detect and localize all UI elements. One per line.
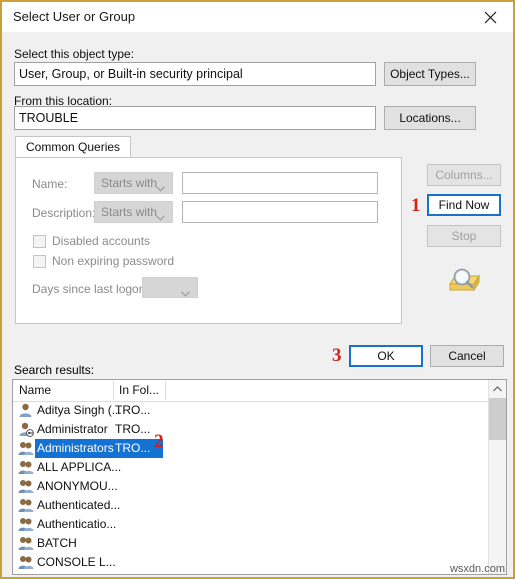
table-row[interactable]: Aditya Singh (... TRO... [13,401,506,420]
group-icon [18,498,34,513]
ok-button[interactable]: OK [349,345,423,367]
column-divider[interactable] [113,381,114,400]
name-input[interactable] [182,172,378,194]
group-icon [18,536,34,551]
selected-result-row[interactable]: Administrators TRO... [13,439,506,458]
result-name: BATCH [37,536,77,550]
days-since-last-logon-label: Days since last logon: [32,282,149,296]
list-column-header: Name In Fol... [13,380,506,402]
column-header-in-folder[interactable]: In Fol... [119,383,159,397]
table-row[interactable]: ALL APPLICA... [13,458,506,477]
columns-button[interactable]: Columns... [427,164,501,186]
group-icon [18,555,34,570]
disabled-accounts-checkbox[interactable]: Disabled accounts [33,234,150,248]
result-folder: TRO... [115,441,151,455]
checkbox-box [33,234,46,248]
description-condition-dropdown[interactable]: Starts with [94,201,173,223]
column-header-name[interactable]: Name [19,383,51,397]
checkbox-box [33,254,46,268]
group-icon [18,441,34,456]
scrollbar-thumb[interactable] [489,398,506,440]
column-divider[interactable] [165,381,166,400]
tab-common-queries[interactable]: Common Queries [15,136,132,158]
tab-strip: Common Queries [15,136,402,158]
location-field[interactable]: TROUBLE [14,106,376,130]
group-icon [18,517,34,532]
disabled-accounts-label: Disabled accounts [52,234,151,248]
search-results-list[interactable]: Name In Fol... Aditya Singh (... TRO... Ad… [12,379,507,575]
result-name: CONSOLE L... [37,555,116,569]
table-row[interactable]: BATCH [13,534,506,553]
result-name: Authenticated... [37,498,121,512]
common-queries-panel: Name: Starts with Description: Starts wi… [15,157,402,324]
watermark: wsxdn.com [449,563,505,575]
annotation-2: 2 [154,431,164,452]
object-type-field[interactable]: User, Group, or Built-in security princi… [14,62,376,86]
search-results-label: Search results: [14,363,95,377]
close-icon[interactable] [468,2,513,32]
magnifier-folder-icon [445,266,485,296]
result-rows: Aditya Singh (... TRO... Administrator TRO.… [13,401,506,575]
table-row[interactable]: CREATOR G... [13,572,506,575]
result-name: ANONYMOU... [37,479,118,493]
description-condition-value: Starts with [101,205,158,219]
result-folder: TRO... [115,403,151,417]
result-name: ALL APPLICA... [37,460,122,474]
non-expiring-password-checkbox[interactable]: Non expiring password [33,254,174,268]
result-name: Authenticatio... [37,517,117,531]
result-name: CREATOR G... [37,574,117,575]
group-icon [18,460,34,475]
table-row[interactable]: Authenticatio... [13,515,506,534]
days-since-last-logon-dropdown[interactable] [142,277,198,298]
table-row[interactable]: ANONYMOU... [13,477,506,496]
object-types-button[interactable]: Object Types... [384,62,476,86]
non-expiring-password-label: Non expiring password [52,254,175,268]
window-title: Select User or Group [13,9,136,24]
find-now-button[interactable]: Find Now [427,194,501,216]
cancel-button[interactable]: Cancel [430,345,504,367]
description-label: Description: [32,206,96,220]
user-icon [18,403,34,418]
stop-button[interactable]: Stop [427,225,501,247]
result-name: Aditya Singh (... [37,403,122,417]
table-row[interactable]: CONSOLE L... [13,553,506,572]
user-key-icon [18,422,34,437]
description-input[interactable] [182,201,378,223]
object-type-label: Select this object type: [14,47,135,61]
group-icon [18,479,34,494]
chevron-down-icon [181,286,190,300]
chevron-down-icon [156,210,165,224]
annotation-1: 1 [411,195,421,216]
table-row[interactable]: Administrator TRO... [13,420,506,439]
select-user-or-group-dialog: Select User or Group Select this object … [0,0,515,579]
chevron-down-icon [156,181,165,195]
scroll-up-icon[interactable] [489,380,506,397]
table-row[interactable]: Authenticated... [13,496,506,515]
list-scrollbar[interactable] [488,380,506,574]
title-bar: Select User or Group [2,2,513,32]
name-condition-dropdown[interactable]: Starts with [94,172,173,194]
result-folder: TRO... [115,422,151,436]
annotation-3: 3 [332,345,342,366]
group-icon [18,574,34,575]
locations-button[interactable]: Locations... [384,106,476,130]
result-name: Administrator [37,422,108,436]
name-label: Name: [32,177,68,191]
result-name: Administrators [37,441,114,455]
name-condition-value: Starts with [101,176,158,190]
